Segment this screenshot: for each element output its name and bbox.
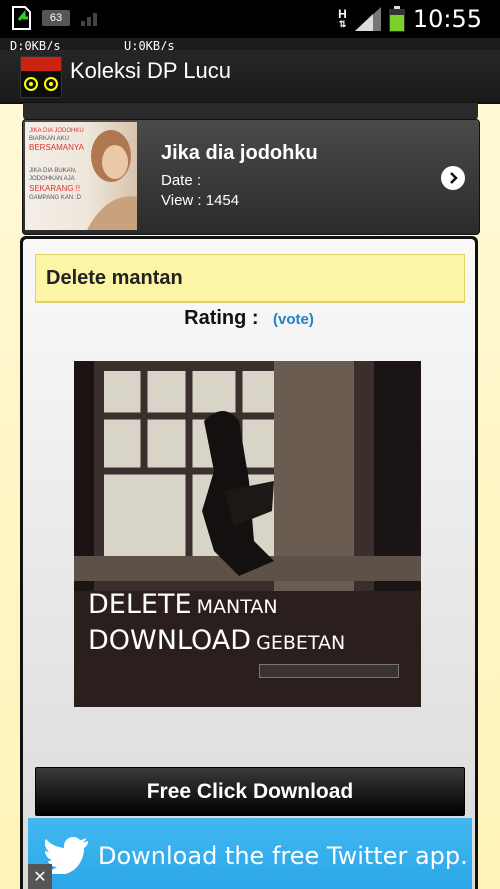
rating-label: Rating : <box>184 307 259 329</box>
detail-card: Delete mantan Rating : (vote) DELETE MAN… <box>20 236 478 889</box>
ad-text: Download the free Twitter app. <box>98 842 468 870</box>
list-item-card[interactable]: JIKA DIA JODOHKU BIARKAN AKU BERSAMANYA … <box>22 119 480 235</box>
weak-signal-icon <box>81 13 97 26</box>
detail-title-bar: Delete mantan <box>35 254 465 303</box>
caption-big-word: DOWNLOAD <box>88 625 252 656</box>
vote-link[interactable]: (vote) <box>273 311 314 328</box>
thumb-line: SEKARANG !! <box>29 184 81 193</box>
clock: 10:55 <box>412 5 482 33</box>
close-ad-icon[interactable]: ✕ <box>28 864 52 889</box>
thumb-line: JIKA DIA BUKAN, <box>29 168 77 174</box>
caption-big-word: DELETE <box>88 589 192 620</box>
list-item-views: View : 1454 <box>161 192 240 209</box>
list-item-thumbnail: JIKA DIA JODOHKU BIARKAN AKU BERSAMANYA … <box>25 122 137 230</box>
battery-level: 63 <box>49 12 63 24</box>
image-caption-line1: DELETE MANTAN <box>88 589 278 620</box>
thumb-line: JODOHKAN AJA <box>29 176 75 182</box>
thumb-line: JIKA DIA JODOHKU <box>29 128 84 134</box>
thumb-line: BIARKAN AKU <box>29 136 70 142</box>
free-download-button[interactable]: Free Click Download <box>35 767 465 816</box>
action-bar: Koleksi DP Lucu <box>0 50 500 104</box>
previous-card-edge <box>23 103 478 120</box>
thumb-line: GAMPANG KAN :D <box>29 195 81 201</box>
detail-card-body: Delete mantan Rating : (vote) DELETE MAN… <box>23 239 475 889</box>
battery-status-icon: 63 <box>42 10 70 26</box>
ad-banner[interactable]: Download the free Twitter app. <box>28 818 472 889</box>
signal-strength-icon <box>354 7 381 31</box>
list-item-date: Date : <box>161 172 202 189</box>
chevron-right-icon[interactable] <box>441 166 465 190</box>
sd-card-icon <box>12 6 31 30</box>
caption-small-word: GEBETAN <box>256 632 346 654</box>
rating-row: Rating : (vote) <box>23 307 475 330</box>
app-logo-image <box>21 57 61 91</box>
detail-image[interactable]: DELETE MANTAN DOWNLOAD GEBETAN <box>74 361 421 707</box>
thumb-line: BERSAMANYA <box>29 143 84 152</box>
app-title: Koleksi DP Lucu <box>70 58 232 83</box>
battery-icon <box>388 6 405 32</box>
detail-title: Delete mantan <box>46 267 183 289</box>
app-logo[interactable] <box>20 56 62 98</box>
network-type: H ⇅ <box>338 7 347 29</box>
caption-small-word: MANTAN <box>196 596 278 618</box>
woman-photo <box>87 130 137 230</box>
status-bar: 63 H ⇅ 10:55 <box>0 0 500 38</box>
list-item-title: Jika dia jodohku <box>161 142 318 164</box>
image-caption-line2: DOWNLOAD GEBETAN <box>88 625 345 656</box>
image-watermark <box>259 664 399 678</box>
